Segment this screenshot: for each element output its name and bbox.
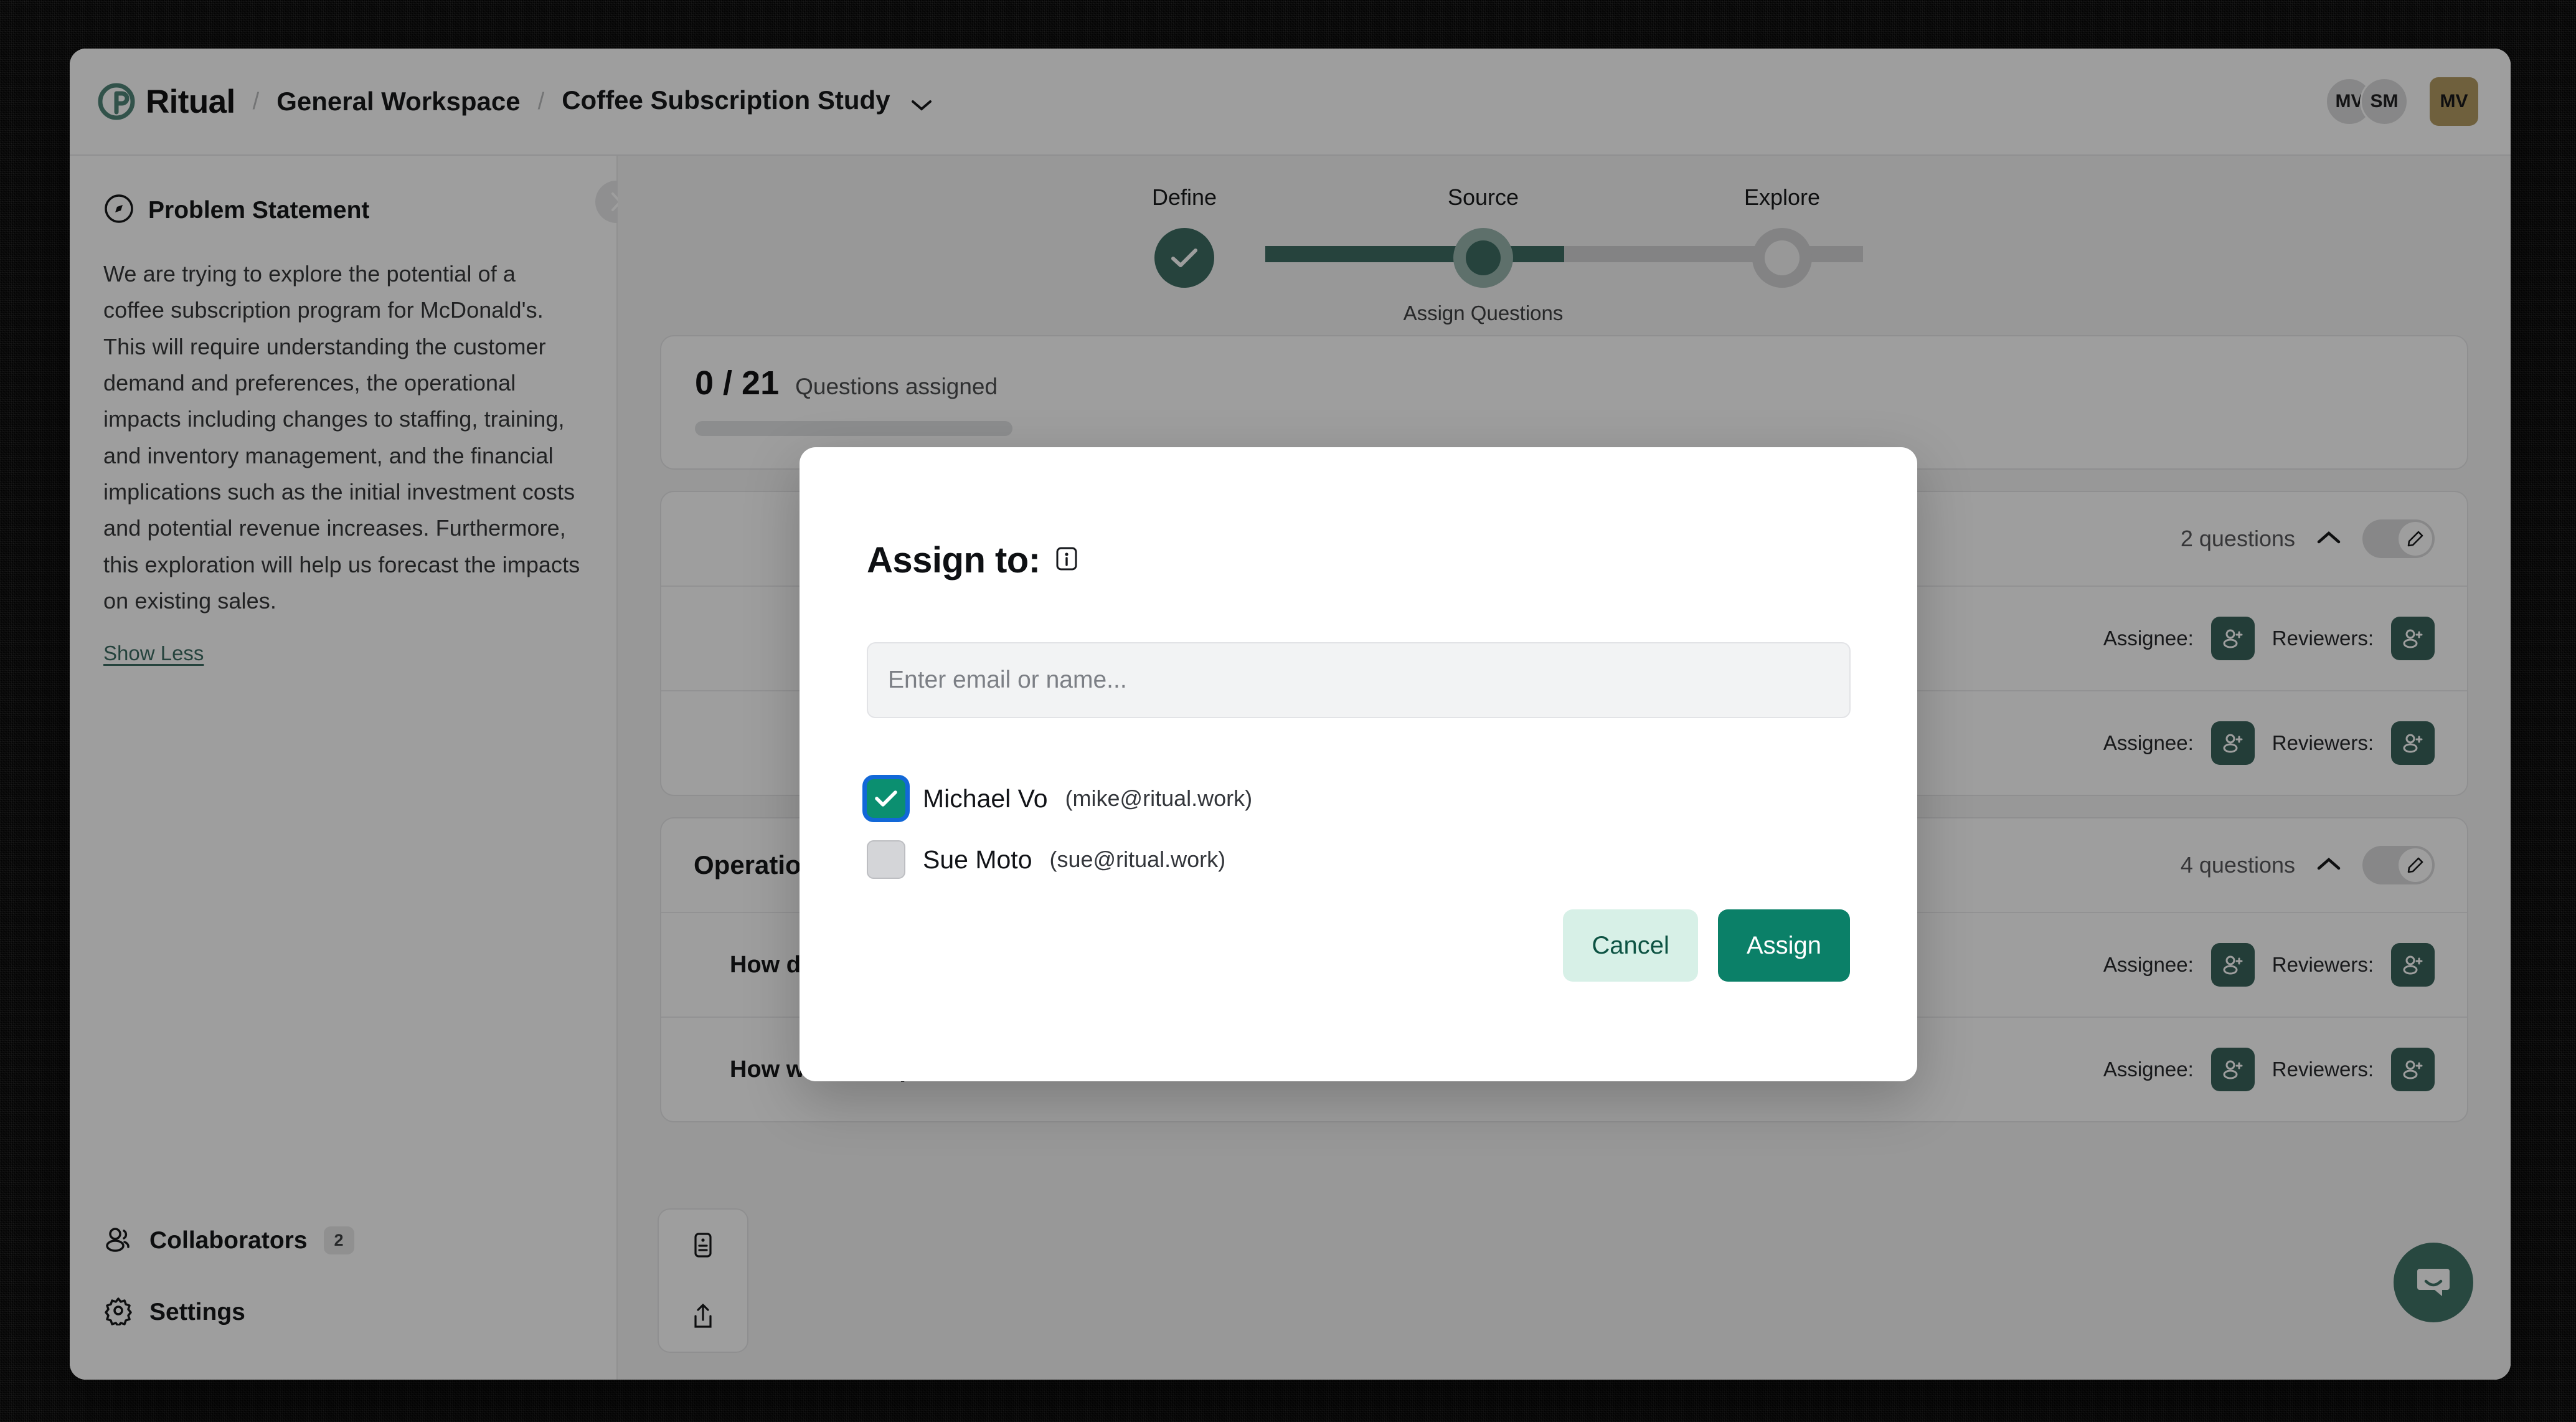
list-item[interactable]: Sue Moto (sue@ritual.work) [867,840,1850,879]
modal-overlay: Assign to: Michael Vo (mike@ritual [70,49,2511,1380]
dialog-actions: Cancel Assign [1563,909,1850,982]
app-window: Ritual / General Workspace / Coffee Subs… [70,49,2511,1380]
person-name: Michael Vo [923,784,1048,813]
cancel-button[interactable]: Cancel [1563,909,1698,982]
dialog-header: Assign to: [867,539,1850,581]
list-item[interactable]: Michael Vo (mike@ritual.work) [867,779,1850,818]
assignee-search-input[interactable] [867,642,1851,718]
person-email: (sue@ritual.work) [1049,846,1226,872]
assign-to-dialog: Assign to: Michael Vo (mike@ritual [800,447,1917,1081]
checkbox-checked[interactable] [867,779,905,818]
assignee-checkbox-list: Michael Vo (mike@ritual.work) Sue Moto (… [867,779,1850,879]
checkbox-unchecked[interactable] [867,840,905,879]
dialog-title: Assign to: [867,540,1040,581]
info-icon[interactable] [1054,546,1079,574]
assign-button[interactable]: Assign [1717,909,1850,982]
person-name: Sue Moto [923,845,1032,874]
person-email: (mike@ritual.work) [1065,785,1253,811]
